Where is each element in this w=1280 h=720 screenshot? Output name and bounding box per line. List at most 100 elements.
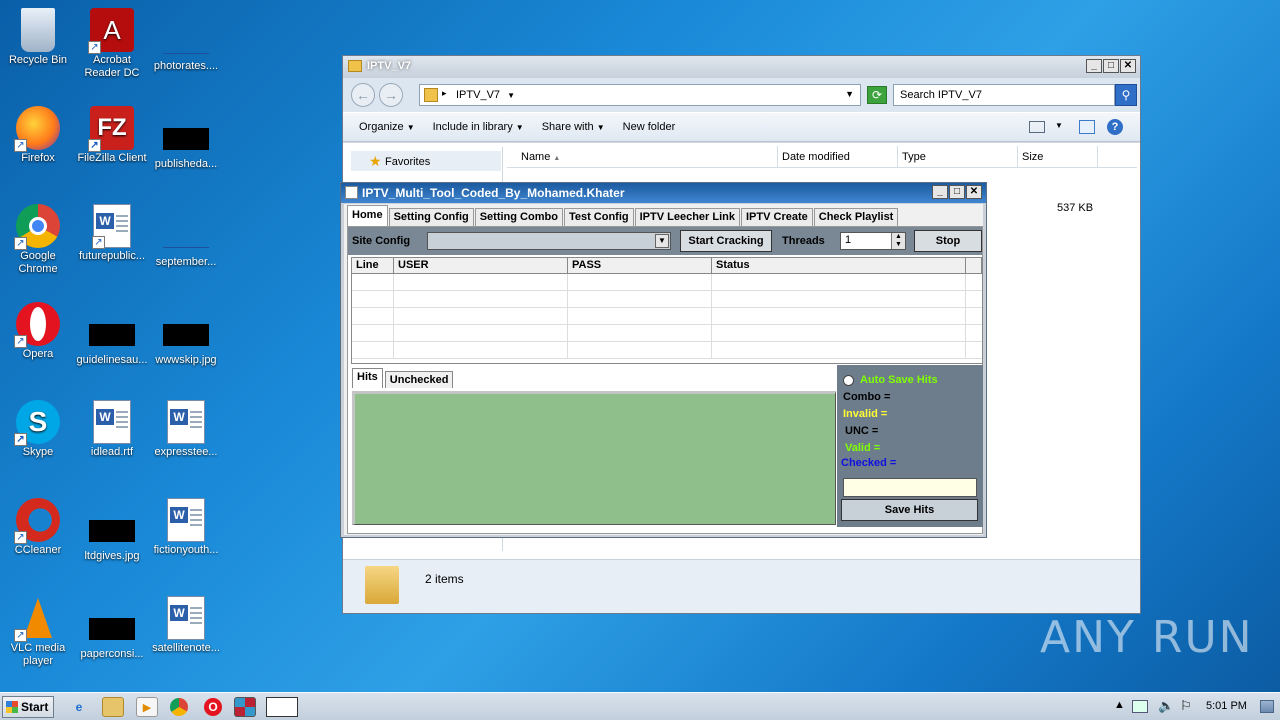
iptv-taskbar-button[interactable] — [266, 697, 298, 717]
opera-icon: ↗ — [14, 302, 60, 348]
chevron-down-icon[interactable]: ▼ — [1055, 121, 1063, 130]
chrome-taskbar-icon[interactable] — [170, 698, 188, 716]
desktop-icon-photorates[interactable]: photorates.... — [148, 8, 224, 73]
desktop-icon-vlc[interactable]: ↗ VLC media player — [0, 596, 76, 668]
tray-expand-icon[interactable]: ▲ — [1114, 699, 1125, 711]
hits-textarea[interactable] — [352, 391, 836, 525]
stop-button[interactable]: Stop — [914, 230, 982, 252]
desktop-icon-firefox[interactable]: ↗ Firefox — [0, 106, 76, 165]
word-document-icon: W — [167, 596, 205, 640]
help-icon[interactable]: ? — [1107, 119, 1123, 135]
desktop-icon-futurepublic[interactable]: W ↗ futurepublic... — [74, 204, 150, 263]
minimize-button[interactable]: _ — [932, 185, 948, 199]
column-user[interactable]: USER — [394, 258, 568, 273]
volume-icon[interactable]: 🔈 — [1158, 698, 1174, 714]
spinner-arrows-icon[interactable]: ▲ ▼ — [891, 233, 905, 249]
column-type[interactable]: Type — [898, 146, 1018, 168]
table-row[interactable] — [352, 342, 982, 359]
column-status[interactable]: Status — [712, 258, 966, 273]
column-date-modified[interactable]: Date modified — [778, 146, 898, 168]
opera-taskbar-icon[interactable]: O — [204, 698, 222, 716]
tab-setting-config[interactable]: Setting Config — [388, 208, 474, 226]
column-pass[interactable]: PASS — [568, 258, 712, 273]
chevron-down-icon[interactable]: ▼ — [507, 91, 515, 100]
show-desktop-button[interactable] — [1260, 700, 1274, 713]
save-hits-button[interactable]: Save Hits — [841, 499, 978, 521]
view-options-icon[interactable] — [1029, 121, 1045, 133]
media-player-icon[interactable]: ▶ — [136, 697, 158, 717]
internet-explorer-icon[interactable]: e — [68, 697, 90, 717]
minimize-button[interactable]: _ — [1086, 59, 1102, 73]
desktop-icon-september[interactable]: september... — [148, 204, 224, 269]
nav-favorites[interactable]: ★ Favorites — [351, 151, 501, 171]
desktop-icon-paperconsi[interactable]: paperconsi... — [74, 596, 150, 661]
tab-test-config[interactable]: Test Config — [563, 208, 634, 226]
desktop-icon-satellitenote[interactable]: W satellitenote... — [148, 596, 224, 655]
column-line[interactable]: Line — [352, 258, 394, 273]
breadcrumb-arrow-icon[interactable]: ▸ — [442, 88, 447, 99]
hits-filename-input[interactable] — [843, 478, 977, 497]
action-center-flag-icon[interactable]: ⚐ — [1180, 698, 1192, 714]
address-dropdown-icon[interactable]: ▼ — [845, 89, 854, 99]
tab-home[interactable]: Home — [347, 205, 388, 226]
site-config-select[interactable]: ▼ — [427, 232, 671, 250]
desktop-icon-ccleaner[interactable]: ↗ CCleaner — [0, 498, 76, 557]
preview-pane-icon[interactable] — [1079, 120, 1095, 134]
tab-iptv-leecher-link[interactable]: IPTV Leecher Link — [634, 208, 740, 226]
desktop-icon-expresstee[interactable]: W expresstee... — [148, 400, 224, 459]
results-grid[interactable]: Line USER PASS Status — [351, 257, 983, 364]
start-button[interactable]: Start — [2, 696, 54, 718]
chrome-icon: ↗ — [14, 204, 60, 250]
organize-button[interactable]: Organize ▼ — [359, 121, 415, 133]
clock[interactable]: 5:01 PM — [1206, 700, 1247, 712]
auto-save-radio[interactable] — [843, 375, 854, 386]
desktop-icon-publisheda[interactable]: publisheda... — [148, 106, 224, 171]
desktop-icon-filezilla[interactable]: FZ ↗ FileZilla Client — [74, 106, 150, 165]
tab-setting-combo[interactable]: Setting Combo — [474, 208, 563, 226]
desktop-icon-opera[interactable]: ↗ Opera — [0, 302, 76, 361]
close-button[interactable]: ✕ — [1120, 59, 1136, 73]
network-icon[interactable] — [1132, 700, 1148, 713]
include-in-library-button[interactable]: Include in library ▼ — [433, 121, 524, 133]
iptv-titlebar[interactable]: IPTV_Multi_Tool_Coded_By_Mohamed.Khater … — [341, 183, 986, 203]
address-bar[interactable]: ▸ IPTV_V7 ▼ ▼ — [419, 84, 861, 106]
back-button[interactable]: ← — [351, 83, 375, 107]
desktop-icon-recycle-bin[interactable]: Recycle Bin — [0, 8, 76, 67]
desktop-icon-skype[interactable]: S ↗ Skype — [0, 400, 76, 459]
table-row[interactable] — [352, 325, 982, 342]
tab-iptv-create[interactable]: IPTV Create — [741, 208, 813, 226]
table-row[interactable] — [352, 308, 982, 325]
explorer-taskbar-icon[interactable] — [102, 697, 124, 717]
chevron-down-icon[interactable]: ▼ — [655, 234, 669, 248]
auto-save-label[interactable]: Auto Save Hits — [860, 374, 938, 386]
desktop-icon-guidelinesau[interactable]: guidelinesau... — [74, 302, 150, 367]
explorer-titlebar[interactable]: IPTV_V7 _ □ ✕ — [343, 56, 1140, 78]
desktop-icon-idlead[interactable]: W idlead.rtf — [74, 400, 150, 459]
desktop-icon-chrome[interactable]: ↗ Google Chrome — [0, 204, 76, 276]
column-name[interactable]: Name ▲ — [507, 146, 778, 168]
forward-button[interactable]: → — [379, 83, 403, 107]
maximize-button[interactable]: □ — [949, 185, 965, 199]
command-bar: Organize ▼ Include in library ▼ Share wi… — [343, 112, 1140, 142]
table-row[interactable] — [352, 291, 982, 308]
table-row[interactable] — [352, 274, 982, 291]
column-size[interactable]: Size — [1018, 146, 1098, 168]
search-input[interactable]: Search IPTV_V7 — [893, 84, 1115, 106]
valid-count: Valid = — [845, 442, 881, 454]
maximize-button[interactable]: □ — [1103, 59, 1119, 73]
desktop-icon-ltdgives[interactable]: ltdgives.jpg — [74, 498, 150, 563]
close-button[interactable]: ✕ — [966, 185, 982, 199]
desktop-icon-fictionyouth[interactable]: W fictionyouth... — [148, 498, 224, 557]
threads-stepper[interactable]: 1 ▲ ▼ — [840, 232, 906, 250]
share-with-button[interactable]: Share with ▼ — [542, 121, 605, 133]
search-icon[interactable]: ⚲ — [1115, 84, 1137, 106]
desktop-icon-acrobat[interactable]: A ↗ Acrobat Reader DC — [74, 8, 150, 80]
tab-hits[interactable]: Hits — [352, 368, 383, 388]
refresh-button[interactable]: ⟳ — [867, 86, 887, 104]
tab-check-playlist[interactable]: Check Playlist — [813, 208, 899, 226]
winrar-icon[interactable] — [234, 697, 256, 717]
tab-unchecked[interactable]: Unchecked — [384, 371, 454, 388]
start-cracking-button[interactable]: Start Cracking — [680, 230, 772, 252]
new-folder-button[interactable]: New folder — [623, 121, 676, 133]
desktop-icon-wwwskip[interactable]: wwwskip.jpg — [148, 302, 224, 367]
